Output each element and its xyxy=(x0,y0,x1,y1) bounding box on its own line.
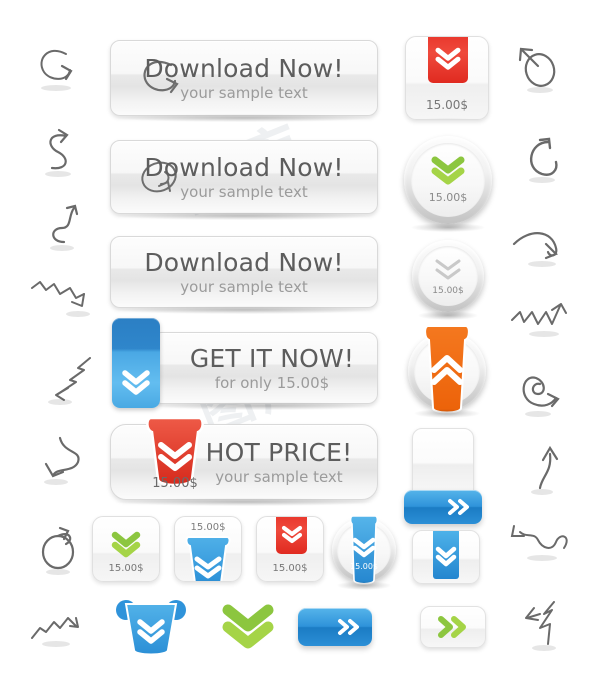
icon-blue-bucket[interactable] xyxy=(112,598,190,660)
price-label: 15.00$ xyxy=(93,563,159,574)
svg-text:15.00$: 15.00$ xyxy=(350,562,378,571)
zigzag-up-arrow-icon xyxy=(506,292,580,350)
double-chevron-down-icon xyxy=(281,525,303,545)
lightning-bolt-arrow-icon xyxy=(514,596,576,658)
button-title: Download Now! xyxy=(144,250,343,275)
download-now-button-2[interactable]: Download Now! your sample text xyxy=(110,140,378,214)
price-label: 15.00$ xyxy=(143,476,207,491)
price-label: 15.00$ xyxy=(432,286,464,296)
loop-down-arrow-icon xyxy=(30,430,92,492)
double-chevron-right-icon xyxy=(446,498,472,516)
badge-circle-orange-bucket[interactable] xyxy=(408,332,486,410)
zigzag-down-arrow-icon xyxy=(26,272,96,332)
double-chevron-down-green-icon xyxy=(222,604,274,652)
squiggle-right-arrow-icon xyxy=(26,600,96,656)
button-subtitle: your sample text xyxy=(144,185,343,200)
button-subtitle: your sample text xyxy=(206,470,353,485)
button-subtitle: your sample text xyxy=(144,86,343,101)
download-now-button-3[interactable]: Download Now! your sample text xyxy=(110,236,378,308)
button-title: HOT PRICE! xyxy=(206,440,353,465)
loop-arrow-icon xyxy=(26,38,88,100)
lightning-left-arrow-icon xyxy=(28,348,100,410)
blue-tab-shape: 15.00$ xyxy=(347,512,381,590)
red-ribbon-shape xyxy=(276,516,307,554)
price-label: 15.00$ xyxy=(257,563,323,574)
download-now-button-1[interactable]: Download Now! your sample text xyxy=(110,40,378,116)
blue-next-button[interactable] xyxy=(404,490,482,524)
badge-blue-bucket[interactable]: 15.00$ xyxy=(174,516,242,582)
circle-loop-arrow-icon xyxy=(30,518,92,580)
badge-white-blue-tab[interactable] xyxy=(412,530,480,584)
button-title: Download Now! xyxy=(144,155,343,180)
red-ribbon-shape xyxy=(428,36,468,83)
curve-up-arrow-icon xyxy=(516,438,578,500)
double-chevron-down-icon xyxy=(122,370,150,396)
price-label: 15.00$ xyxy=(175,522,241,533)
knot-arrow-icon xyxy=(34,196,96,258)
badge-circle-blue[interactable]: 15.00$ xyxy=(332,518,396,582)
price-badge-red-ribbon[interactable]: 15.00$ xyxy=(405,36,489,120)
blue-bucket-shape xyxy=(182,533,234,582)
price-badge-circle-embossed[interactable]: 15.00$ xyxy=(412,240,484,312)
price-label: 15.00$ xyxy=(429,191,468,204)
squiggle-left-arrow-icon xyxy=(502,514,580,574)
white-card-shape[interactable] xyxy=(412,428,474,494)
double-chevron-down-icon xyxy=(435,47,461,71)
hot-price-button[interactable]: HOT PRICE! your sample text 15.00$ xyxy=(110,424,378,500)
blue-bucket-shape xyxy=(112,598,190,660)
icon-green-chevrons[interactable] xyxy=(222,604,274,652)
button-subtitle: your sample text xyxy=(144,280,343,295)
c-rotate-arrow-icon xyxy=(512,128,574,190)
double-chevron-down-green-icon xyxy=(431,156,465,188)
price-label: 15.00$ xyxy=(406,98,488,112)
ui-kit-sheet: 图库 图库 xyxy=(0,0,600,677)
get-it-now-button[interactable]: GET IT NOW! for only 15.00$ xyxy=(152,332,378,404)
orange-bucket-shape xyxy=(422,324,472,420)
spiral-arrow-icon xyxy=(510,364,572,426)
double-chevron-down-embossed-icon xyxy=(433,257,463,283)
price-badge-circle-green[interactable]: 15.00$ xyxy=(404,136,492,224)
s-curve-arrow-icon xyxy=(30,122,92,184)
double-chevron-right-green-icon xyxy=(436,615,470,639)
button-title: GET IT NOW! xyxy=(190,346,354,371)
ellipse-up-arrow-icon xyxy=(508,38,570,100)
badge-green-square[interactable]: 15.00$ xyxy=(92,516,160,582)
blue-tab-chevron[interactable] xyxy=(112,318,160,408)
icon-white-green[interactable] xyxy=(420,606,486,648)
badge-red-ribbon[interactable]: 15.00$ xyxy=(256,516,324,582)
double-chevron-down-green-icon xyxy=(111,531,141,559)
icon-blue-pill[interactable] xyxy=(298,608,372,646)
double-chevron-right-icon xyxy=(336,618,362,636)
button-subtitle: for only 15.00$ xyxy=(190,376,354,391)
button-title: Download Now! xyxy=(144,56,343,81)
blue-tab-shape xyxy=(430,530,462,584)
swoop-arrow-icon xyxy=(508,222,578,280)
